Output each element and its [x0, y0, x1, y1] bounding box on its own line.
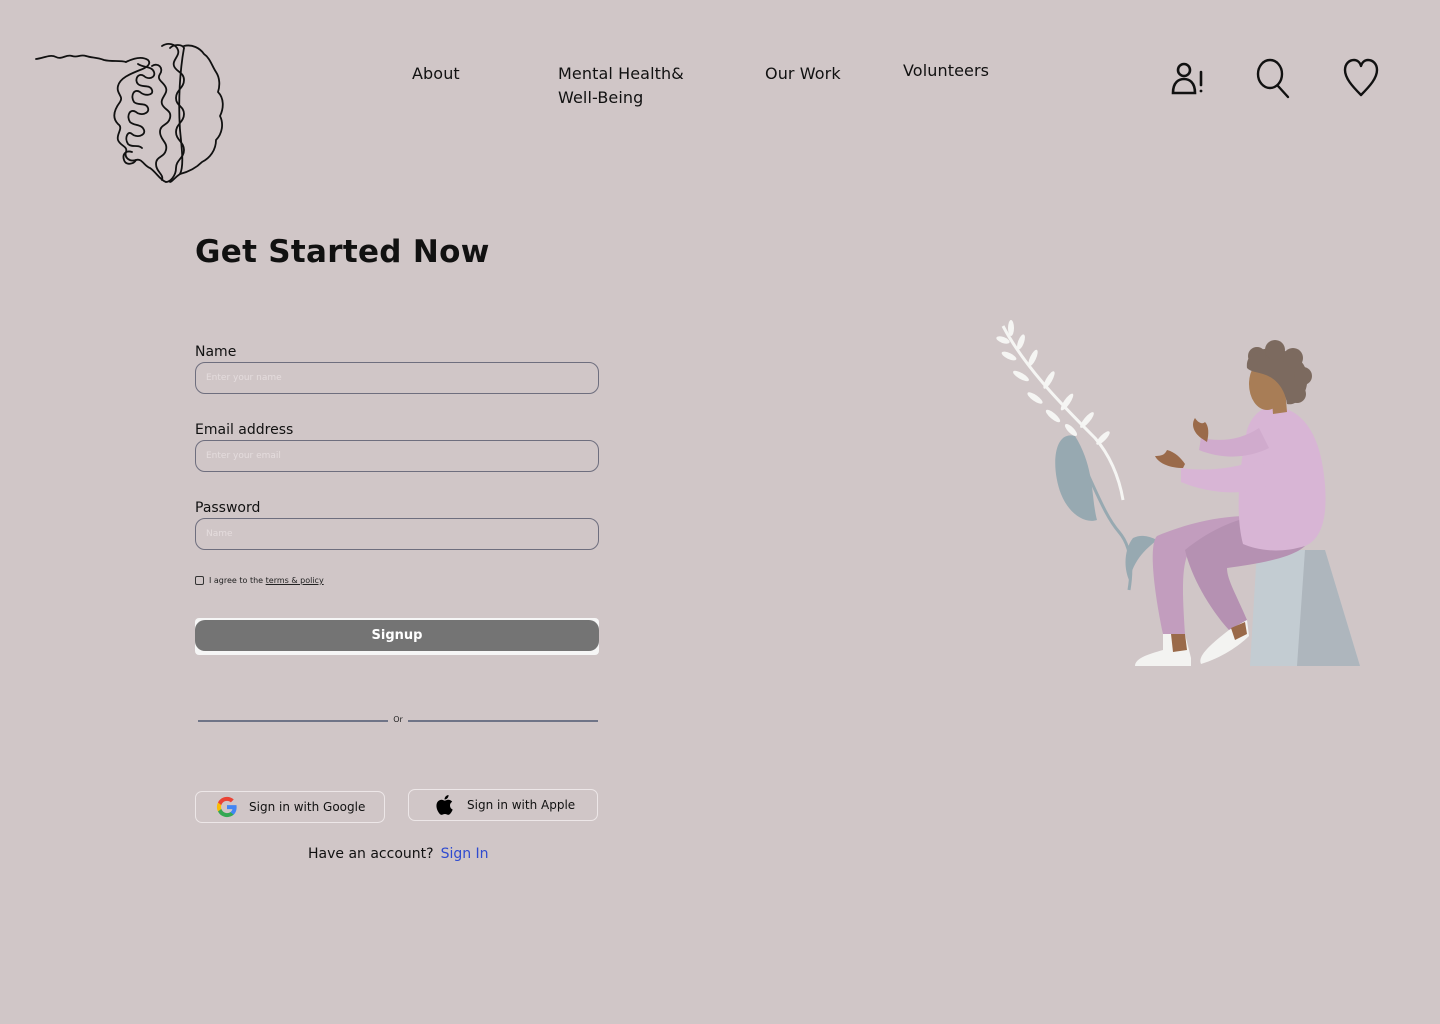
page-title: Get Started Now — [195, 234, 490, 270]
nav-mental-health-line2: Well-Being — [558, 88, 644, 107]
signup-page: About Mental Health& Well-Being Our Work… — [0, 0, 1440, 1024]
name-input[interactable] — [195, 362, 599, 394]
have-account-row: Have an account? Sign In — [308, 846, 489, 862]
signup-button[interactable]: Signup — [195, 620, 599, 651]
user-alert-icon[interactable] — [1170, 60, 1206, 96]
sign-in-link[interactable]: Sign In — [441, 846, 489, 862]
email-label: Email address — [195, 422, 294, 438]
terms-policy-link[interactable]: terms & policy — [266, 576, 324, 585]
apple-icon — [436, 794, 453, 815]
nav-mental-health[interactable]: Mental Health& Well-Being — [558, 62, 698, 110]
google-signin-button[interactable]: Sign in with Google — [195, 791, 385, 823]
nav-mental-health-line1: Mental Health& — [558, 64, 684, 83]
divider-line-right — [408, 720, 598, 722]
password-input[interactable] — [195, 518, 599, 550]
signup-button-frame: Signup — [195, 618, 599, 655]
terms-checkbox[interactable] — [195, 576, 204, 585]
nav-our-work[interactable]: Our Work — [765, 62, 841, 86]
google-signin-label: Sign in with Google — [249, 800, 366, 814]
divider-or-text: Or — [393, 715, 403, 724]
apple-signin-button[interactable]: Sign in with Apple — [408, 789, 598, 821]
nav-about[interactable]: About — [412, 62, 460, 86]
terms-text: I agree to the — [209, 576, 264, 585]
terms-row: I agree to the terms & policy — [195, 576, 324, 585]
brain-logo[interactable] — [34, 40, 229, 188]
email-input[interactable] — [195, 440, 599, 472]
heart-icon[interactable] — [1342, 58, 1380, 98]
password-label: Password — [195, 500, 261, 516]
person-sitting-illustration — [996, 320, 1360, 666]
nav-volunteers[interactable]: Volunteers — [903, 59, 989, 83]
google-icon — [216, 796, 237, 818]
have-account-text: Have an account? — [308, 846, 434, 862]
apple-signin-label: Sign in with Apple — [467, 798, 576, 812]
divider-line-left — [198, 720, 388, 722]
search-icon[interactable] — [1255, 57, 1291, 99]
name-label: Name — [195, 344, 237, 360]
